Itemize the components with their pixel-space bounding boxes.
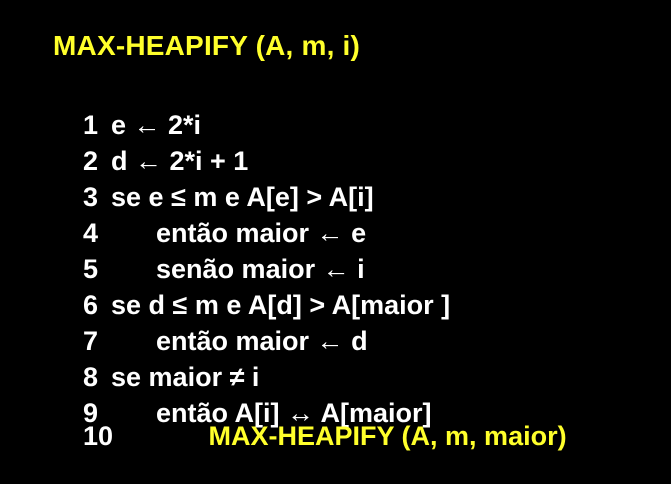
code-line-10: 10 MAX-HEAPIFY (A, m, maior) xyxy=(53,388,567,484)
slide: MAX-HEAPIFY (A, m, i) 1e ← 2*i 2d ← 2*i … xyxy=(0,0,671,451)
line-number: 10 xyxy=(83,421,114,451)
recursive-call-text: MAX-HEAPIFY (A, m, maior) xyxy=(111,421,567,451)
algorithm-title: MAX-HEAPIFY (A, m, i) xyxy=(53,30,361,61)
